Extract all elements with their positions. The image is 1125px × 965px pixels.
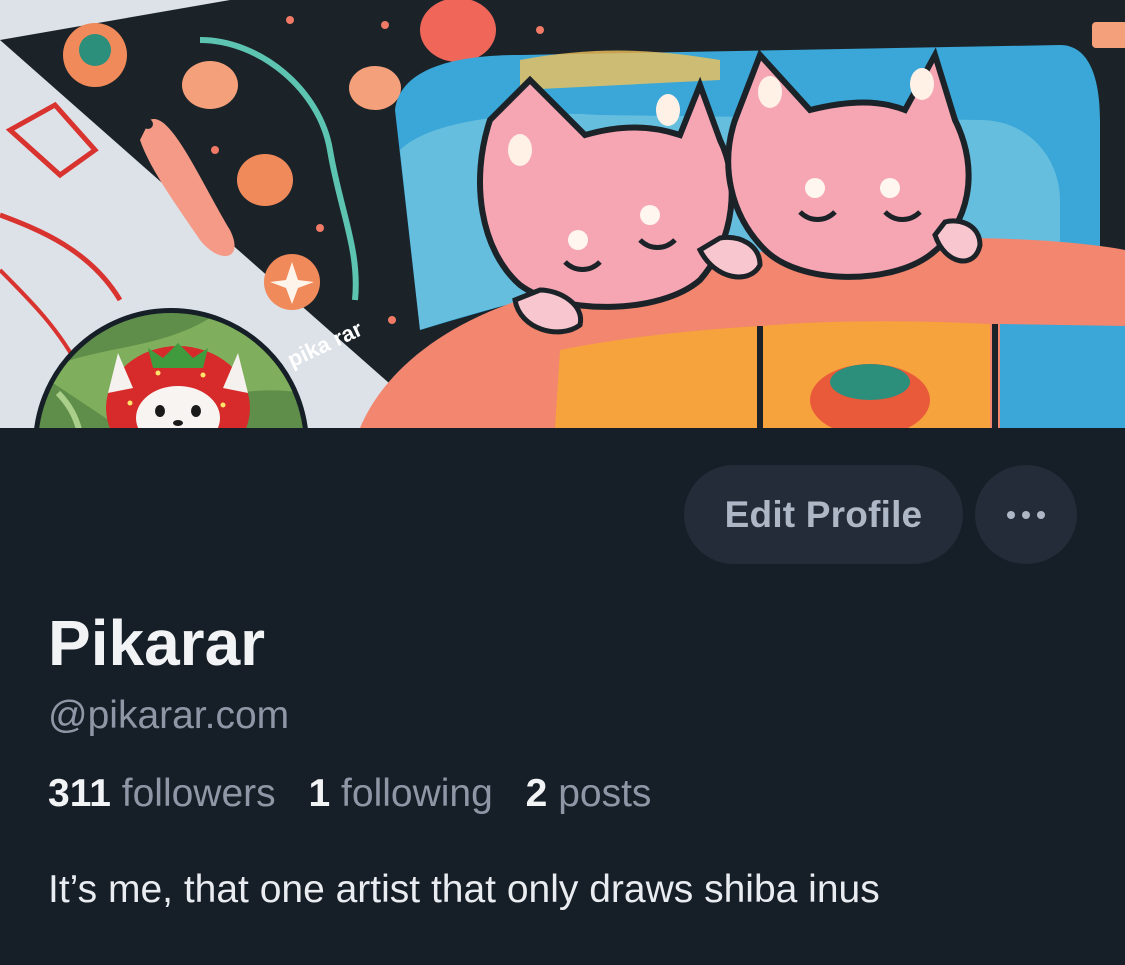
posts-label: posts — [558, 772, 652, 815]
more-options-button[interactable] — [975, 465, 1077, 564]
ellipsis-icon — [1007, 510, 1015, 519]
followers-count: 311 — [48, 772, 111, 815]
profile-bio: It’s me, that one artist that only draws… — [48, 868, 880, 911]
following-stat[interactable]: 1 following — [309, 772, 493, 815]
ellipsis-icon — [1037, 510, 1045, 519]
following-count: 1 — [308, 772, 331, 815]
followers-label: followers — [121, 772, 276, 815]
posts-stat: 2 posts — [526, 772, 652, 815]
followers-stat[interactable]: 311 followers — [48, 772, 276, 815]
posts-count: 2 — [525, 772, 548, 815]
profile-stats: 311 followers 1 following 2 posts — [48, 772, 673, 816]
edit-profile-button[interactable]: Edit Profile — [684, 465, 963, 564]
profile-handle: @pikarar.com — [48, 694, 290, 737]
display-name: Pikarar — [48, 607, 266, 679]
ellipsis-icon — [1022, 510, 1030, 519]
following-label: following — [341, 772, 493, 815]
